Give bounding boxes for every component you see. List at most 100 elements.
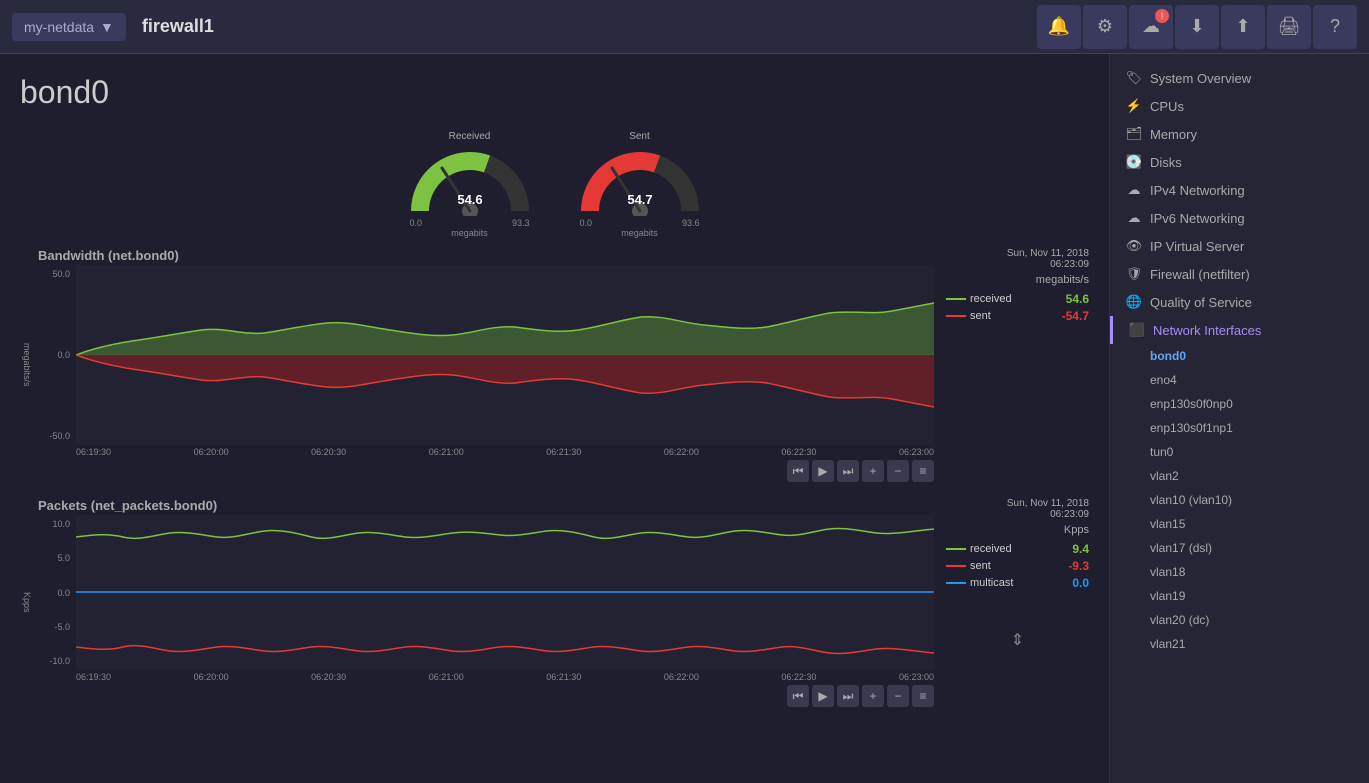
print-button[interactable]: 🖨: [1267, 5, 1311, 49]
packets-chart-wrapper: Kpps Packets (net_packets.bond0) 10.0 5.…: [20, 498, 1089, 707]
packets-legend: Sun, Nov 11, 2018 06:23:09 Kpps received…: [934, 498, 1089, 707]
ipv6-icon: ☁: [1126, 210, 1142, 226]
sidebar-item-network-interfaces[interactable]: ⬛ Network Interfaces: [1110, 316, 1369, 344]
sidebar-item-ipv4[interactable]: ☁ IPv4 Networking: [1110, 176, 1369, 204]
sent-line-icon: [946, 315, 966, 317]
chart1-fastforward-button[interactable]: ⏭: [837, 460, 859, 482]
bandwidth-legend: Sun, Nov 11, 2018 06:23:09 megabits/s re…: [934, 248, 1089, 482]
bandwidth-chart-section: megabits/s Bandwidth (net.bond0) 50.0 0.…: [20, 248, 1089, 482]
packets-chart-section: Kpps Packets (net_packets.bond0) 10.0 5.…: [20, 498, 1089, 707]
sidebar-sub-item-enp130s0f1np1[interactable]: enp130s0f1np1: [1110, 416, 1369, 440]
ipvs-icon: 👁: [1126, 238, 1142, 254]
gauge-received: Received 54.6 0.0 93.3 mega: [405, 131, 535, 238]
sidebar-item-firewall[interactable]: 🛡 Firewall (netfilter): [1110, 260, 1369, 288]
chart2-play-button[interactable]: ▶: [812, 685, 834, 707]
sidebar-sub-item-vlan20[interactable]: vlan20 (dc): [1110, 608, 1369, 632]
packets-chart-title: Packets (net_packets.bond0): [38, 498, 217, 513]
host-title: firewall1: [142, 16, 1037, 37]
chart2-zoom-out-button[interactable]: −: [887, 685, 909, 707]
sidebar-item-qos[interactable]: 🌐 Quality of Service: [1110, 288, 1369, 316]
help-button[interactable]: ?: [1313, 5, 1357, 49]
sidebar-sub-item-vlan10[interactable]: vlan10 (vlan10): [1110, 488, 1369, 512]
bandwidth-yaxis-label-container: megabits/s: [20, 248, 34, 482]
packets-chart-area: [76, 515, 934, 670]
brand-chevron-icon: ▼: [100, 19, 114, 35]
qos-icon: 🌐: [1126, 294, 1142, 310]
bandwidth-controls: ⏮ ▶ ⏭ + − ≡: [38, 460, 934, 482]
bell-button[interactable]: 🔔: [1037, 5, 1081, 49]
gauge-received-minmax: 0.0 93.3: [410, 218, 530, 228]
ipv4-icon: ☁: [1126, 182, 1142, 198]
sidebar-sub-item-vlan17[interactable]: vlan17 (dsl): [1110, 536, 1369, 560]
gauge-sent-unit: megabits: [621, 228, 658, 238]
chart2-settings-button[interactable]: ≡: [912, 685, 934, 707]
packets-yaxis-label-container: Kpps: [20, 498, 34, 707]
sidebar-sub-item-vlan2[interactable]: vlan2: [1110, 464, 1369, 488]
packets-controls: ⏮ ▶ ⏭ + − ≡: [38, 685, 934, 707]
sidebar: 🏷 System Overview ⚡ CPUs 🗂 Memory 💽 Disk…: [1109, 54, 1369, 783]
bandwidth-chart-area: [76, 265, 934, 445]
sidebar-sub-item-vlan21[interactable]: vlan21: [1110, 632, 1369, 656]
gauge-sent-label: Sent: [629, 131, 650, 142]
sidebar-item-system-overview[interactable]: 🏷 System Overview: [1110, 64, 1369, 92]
firewall-icon: 🛡: [1126, 266, 1142, 282]
sidebar-sub-item-vlan15[interactable]: vlan15: [1110, 512, 1369, 536]
sidebar-sub-item-vlan18[interactable]: vlan18: [1110, 560, 1369, 584]
received-line-icon: [946, 298, 966, 300]
gauge-received-svg: 54.6: [410, 146, 530, 216]
gauge-received-min: 0.0: [410, 218, 423, 228]
gauge-area: Received 54.6 0.0 93.3 mega: [20, 131, 1089, 238]
page-title: bond0: [20, 74, 1089, 111]
chart1-play-button[interactable]: ▶: [812, 460, 834, 482]
bandwidth-yaxis-label: megabits/s: [20, 343, 34, 387]
bandwidth-chart-svg: [76, 265, 934, 445]
sidebar-item-memory[interactable]: 🗂 Memory: [1110, 120, 1369, 148]
sidebar-sub-item-enp130s0f0np0[interactable]: enp130s0f0np0: [1110, 392, 1369, 416]
sidebar-sub-item-tun0[interactable]: tun0: [1110, 440, 1369, 464]
bandwidth-xticks: 06:19:30 06:20:00 06:20:30 06:21:00 06:2…: [38, 447, 934, 457]
gauge-sent-svg: 54.7: [580, 146, 700, 216]
sidebar-sub-item-vlan19[interactable]: vlan19: [1110, 584, 1369, 608]
download-button[interactable]: ⬇: [1175, 5, 1219, 49]
sidebar-sub-item-bond0[interactable]: bond0: [1110, 344, 1369, 368]
gauge-sent-min: 0.0: [580, 218, 593, 228]
chart2-rewind-button[interactable]: ⏮: [787, 685, 809, 707]
navbar: my-netdata ▼ firewall1 🔔 ⚙ ☁ ! ⬇ ⬆ 🖨 ?: [0, 0, 1369, 54]
chart2-zoom-in-button[interactable]: +: [862, 685, 884, 707]
scroll-indicator: ⇕: [946, 630, 1089, 650]
packets-chart-svg: [76, 515, 934, 670]
bandwidth-legend-received: received 54.6: [946, 292, 1089, 306]
memory-icon: 🗂: [1126, 126, 1142, 142]
bandwidth-legend-unit: Sun, Nov 11, 2018 06:23:09: [946, 248, 1089, 270]
packets-received-line-icon: [946, 548, 966, 550]
chart1-zoom-out-button[interactable]: −: [887, 460, 909, 482]
gauge-received-unit: megabits: [451, 228, 488, 238]
svg-text:54.6: 54.6: [457, 192, 482, 207]
chart1-settings-button[interactable]: ≡: [912, 460, 934, 482]
packets-legend-multicast: multicast 0.0: [946, 576, 1089, 590]
chart2-fastforward-button[interactable]: ⏭: [837, 685, 859, 707]
packets-legend-sent: sent -9.3: [946, 559, 1089, 573]
cloud-alert-button[interactable]: ☁ !: [1129, 5, 1173, 49]
brand-button[interactable]: my-netdata ▼: [12, 13, 126, 41]
sidebar-item-cpus[interactable]: ⚡ CPUs: [1110, 92, 1369, 120]
sidebar-sub-item-eno4[interactable]: eno4: [1110, 368, 1369, 392]
active-indicator: [1110, 316, 1113, 344]
upload-button[interactable]: ⬆: [1221, 5, 1265, 49]
chart1-zoom-in-button[interactable]: +: [862, 460, 884, 482]
packets-legend-received: received 9.4: [946, 542, 1089, 556]
sidebar-item-disks[interactable]: 💽 Disks: [1110, 148, 1369, 176]
sidebar-item-ipv6[interactable]: ☁ IPv6 Networking: [1110, 204, 1369, 232]
alert-badge: !: [1155, 9, 1169, 23]
sidebar-item-ipvs[interactable]: 👁 IP Virtual Server: [1110, 232, 1369, 260]
gauge-sent-minmax: 0.0 93.6: [580, 218, 700, 228]
bandwidth-yticks: 50.0 0.0 -50.0: [38, 265, 70, 445]
svg-text:54.7: 54.7: [627, 192, 652, 207]
sidebar-section: 🏷 System Overview ⚡ CPUs 🗂 Memory 💽 Disk…: [1110, 64, 1369, 656]
gauge-sent: Sent 54.7 0.0 93.6 megabits: [575, 131, 705, 238]
gear-button[interactable]: ⚙: [1083, 5, 1127, 49]
bandwidth-chart-wrapper: megabits/s Bandwidth (net.bond0) 50.0 0.…: [20, 248, 1089, 482]
packets-sent-line-icon: [946, 565, 966, 567]
chart1-rewind-button[interactable]: ⏮: [787, 460, 809, 482]
main-layout: bond0 Received 54.6 0: [0, 54, 1369, 783]
